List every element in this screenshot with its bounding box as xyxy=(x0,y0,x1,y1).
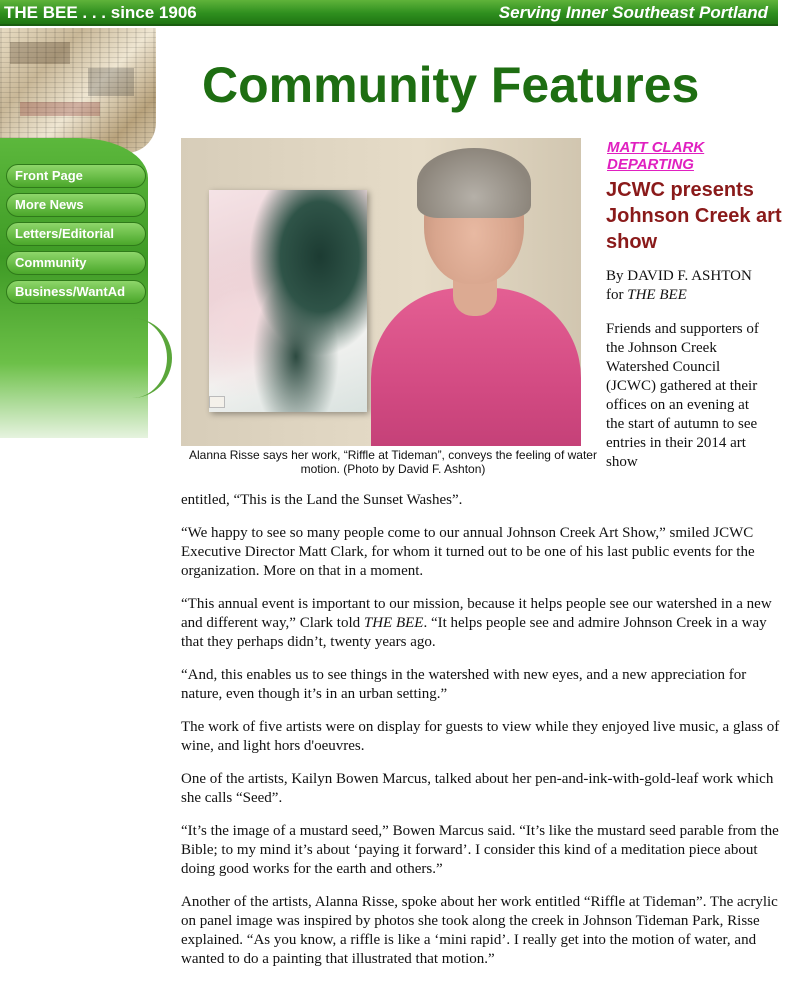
paragraph: “It’s the image of a mustard seed,” Bowe… xyxy=(181,823,779,877)
publication-name: THE BEE xyxy=(363,615,424,631)
newsprint-block xyxy=(88,68,134,96)
newsprint-block xyxy=(10,42,70,64)
kicker-link[interactable]: MATT CLARK DEPARTING xyxy=(607,139,782,173)
byline: By DAVID F. ASHTON for THE BEE xyxy=(606,267,786,305)
paragraph: One of the artists, Kailyn Bowen Marcus,… xyxy=(181,771,774,806)
paragraph: “We happy to see so many people come to … xyxy=(181,525,755,579)
page-title: Community Features xyxy=(202,57,700,113)
paragraph: Another of the artists, Alanna Risse, sp… xyxy=(181,894,778,967)
sidebar-curve-decoration xyxy=(120,318,172,398)
nav-front-page[interactable]: Front Page xyxy=(6,164,146,188)
nav-letters-editorial[interactable]: Letters/Editorial xyxy=(6,222,146,246)
site-brand[interactable]: THE BEE . . . since 1906 xyxy=(4,3,197,23)
nav-business-wantad[interactable]: Business/WantAd xyxy=(6,280,146,304)
person-hair xyxy=(417,148,531,218)
article-body: entitled, “This is the Land the Sunset W… xyxy=(181,491,781,983)
nav-more-news[interactable]: More News xyxy=(6,193,146,217)
byline-publication: THE BEE xyxy=(627,287,687,303)
newsprint-block xyxy=(20,102,100,116)
sidebar-nav: Front Page More News Letters/Editorial C… xyxy=(6,164,146,309)
site-tagline: Serving Inner Southeast Portland xyxy=(498,3,768,22)
paragraph: “This annual event is important to our m… xyxy=(181,595,781,652)
paragraph: The work of five artists were on display… xyxy=(181,719,780,754)
artwork-plaque xyxy=(209,396,225,408)
article-intro: Friends and supporters of the Johnson Cr… xyxy=(606,321,759,470)
article-continuation: entitled, “This is the Land the Sunset W… xyxy=(181,492,463,508)
article-photo xyxy=(181,138,581,446)
byline-author: By DAVID F. ASHTON xyxy=(606,268,752,284)
photo-caption: Alanna Risse says her work, “Riffle at T… xyxy=(189,448,597,476)
sidebar: Front Page More News Letters/Editorial C… xyxy=(0,28,172,448)
paragraph: “And, this enables us to see things in t… xyxy=(181,667,747,702)
article-headline: JCWC presents Johnson Creek art show xyxy=(606,179,782,253)
byline-for: for xyxy=(606,287,628,303)
top-banner: THE BEE . . . since 1906 Serving Inner S… xyxy=(0,0,778,26)
nav-community[interactable]: Community xyxy=(6,251,146,275)
newspaper-collage-image xyxy=(0,28,156,153)
painting-artwork xyxy=(209,190,367,412)
